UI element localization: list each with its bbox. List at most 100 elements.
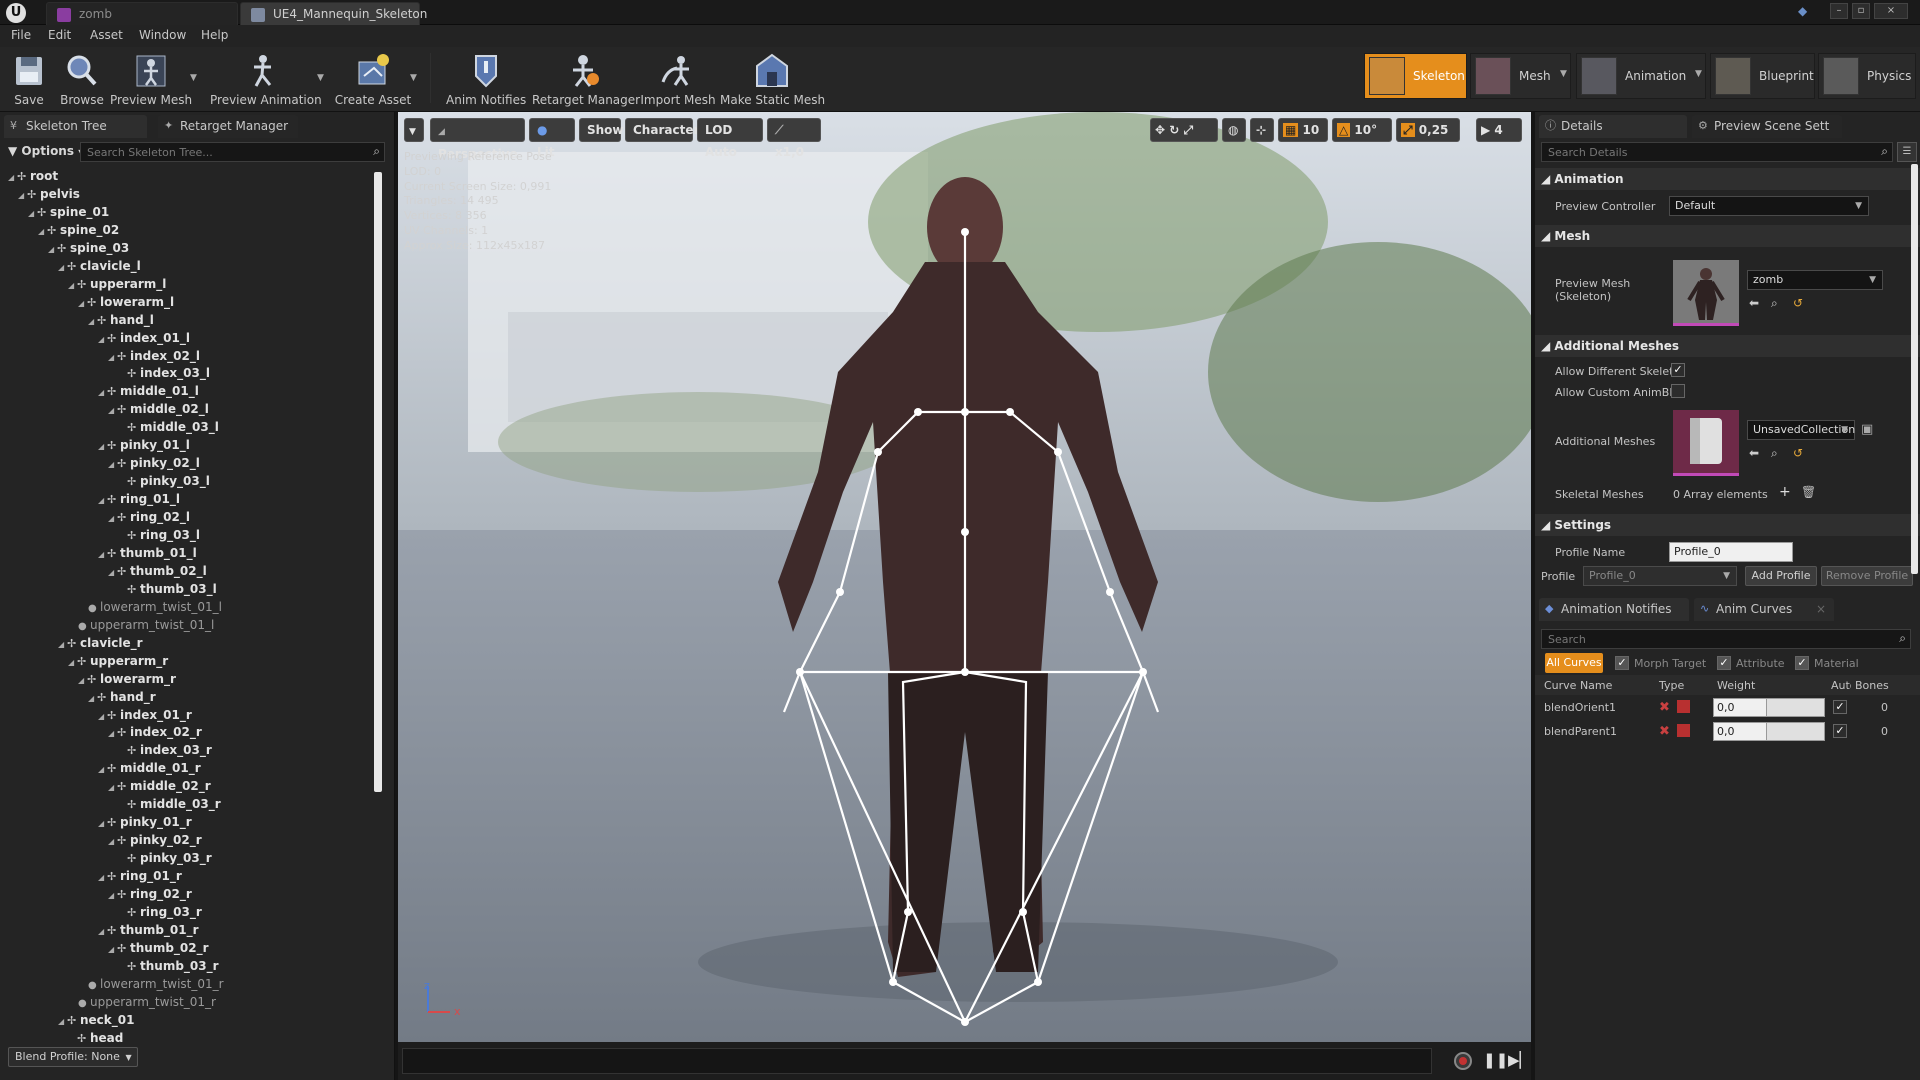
auto-checkbox[interactable]: ✓ [1833, 724, 1847, 738]
list-item[interactable]: ◢ ✢ index_01_l [98, 329, 190, 347]
list-item[interactable]: ✢ pinky_03_r [118, 849, 212, 867]
tab-skeleton-tree[interactable]: ¥ Skeleton Tree [4, 115, 147, 138]
anim-notifies-button[interactable]: Anim Notifies [446, 49, 526, 109]
preview-controller-select[interactable]: Default ▼ [1669, 196, 1869, 216]
list-item[interactable]: ◢ ✢ pinky_01_r [98, 813, 192, 831]
allow-custom-animbp-checkbox[interactable] [1671, 384, 1685, 398]
list-item[interactable]: ◢ ✢ middle_02_r [108, 777, 211, 795]
details-search-input[interactable]: Search Details ⌕ [1541, 142, 1893, 162]
menu-window[interactable]: Window [139, 28, 186, 42]
create-asset-button[interactable]: Create Asset [334, 49, 412, 109]
list-item[interactable]: ◢ ✢ hand_l [88, 311, 154, 329]
list-item[interactable]: ◢ ✢ thumb_01_l [98, 544, 197, 562]
mode-physics-button[interactable]: Physics [1818, 53, 1916, 99]
filter-all-curves-button[interactable]: All Curves [1545, 653, 1603, 673]
list-item[interactable]: ◢ ✢ middle_02_l [108, 400, 209, 418]
additional-meshes-thumbnail[interactable] [1673, 410, 1739, 476]
attribute-checkbox[interactable]: ✓ [1717, 656, 1731, 670]
lit-button[interactable]: ● Lit [529, 118, 575, 159]
list-item[interactable]: ◢ ✢ lowerarm_r [78, 670, 176, 688]
preview-animation-button[interactable]: Preview Animation [210, 49, 322, 109]
list-item[interactable]: ◢ ✢ thumb_02_l [108, 562, 207, 580]
mode-skeleton-button[interactable]: Skeleton [1364, 53, 1467, 99]
weight-slider[interactable] [1766, 723, 1824, 740]
list-item[interactable]: ✢ ring_03_l [118, 526, 200, 544]
playback-speed-button[interactable]: ⟋ x1,0 [767, 118, 821, 159]
remove-profile-button[interactable]: Remove Profile [1821, 566, 1913, 586]
list-item[interactable]: ◢ ✢ hand_r [88, 688, 156, 706]
add-element-icon[interactable]: + [1779, 484, 1791, 500]
auto-checkbox[interactable]: ✓ [1833, 700, 1847, 714]
preview-mesh-button[interactable]: Preview Mesh [110, 49, 192, 109]
reset-icon[interactable]: ↺ [1793, 446, 1803, 460]
curves-search-input[interactable]: Search ⌕ [1541, 629, 1911, 649]
mode-animation-button[interactable]: Animation ▼ [1576, 53, 1706, 99]
list-item[interactable]: ◢ ✢ upperarm_r [68, 652, 168, 670]
additional-meshes-section-header[interactable]: ◢ Additional Meshes [1535, 335, 1920, 357]
list-item[interactable]: ◢ ✢ thumb_02_r [108, 939, 209, 957]
material-checkbox[interactable]: ✓ [1795, 656, 1809, 670]
table-row[interactable]: blendOrient1 ✖ 0,0 ✓ 0 [1535, 696, 1920, 720]
tab-preview-scene-settings[interactable]: ⚙ Preview Scene Sett [1692, 115, 1842, 138]
skeleton-search-input[interactable]: Search Skeleton Tree... ⌕ [80, 142, 385, 162]
preview-mesh-thumbnail[interactable] [1673, 260, 1739, 326]
show-button[interactable]: Show [579, 118, 624, 142]
list-item[interactable]: ◢ ✢ spine_01 [28, 203, 109, 221]
list-item[interactable]: ◢ ✢ spine_03 [48, 239, 129, 257]
list-item[interactable]: ◢ ✢ lowerarm_l [78, 293, 174, 311]
tab-anim-curves[interactable]: ∿ Anim Curves × [1694, 598, 1834, 621]
material-type-icon[interactable] [1677, 700, 1690, 713]
list-item[interactable]: ◢ ✢ middle_01_r [98, 759, 201, 777]
list-item[interactable]: ✢ index_03_l [118, 364, 210, 382]
animation-mode-dropdown-icon[interactable]: ▼ [1695, 69, 1702, 79]
doc-tab-skeleton[interactable]: UE4_Mannequin_Skeleton × [240, 2, 427, 44]
list-item[interactable]: ✢ thumb_03_l [118, 580, 217, 598]
create-asset-dropdown-icon[interactable]: ▼ [410, 73, 417, 83]
save-collection-icon[interactable]: ▣ [1861, 422, 1873, 437]
list-item[interactable]: ✢ middle_03_r [118, 795, 221, 813]
browse-button[interactable]: Browse [56, 49, 108, 109]
rotation-snap-button[interactable]: △ 10° [1332, 118, 1392, 142]
mesh-mode-dropdown-icon[interactable]: ▼ [1560, 69, 1567, 79]
world-local-toggle[interactable]: ◍ [1222, 118, 1246, 142]
delete-all-icon[interactable]: 🗑 [1801, 485, 1816, 499]
doc-tab-zomb[interactable]: zomb [46, 2, 238, 25]
morph-type-icon[interactable]: ✖ [1659, 724, 1670, 739]
step-forward-button[interactable]: ▶▏ [1508, 1051, 1531, 1069]
list-item[interactable]: ✢ pinky_03_l [118, 472, 210, 490]
weight-input[interactable]: 0,0 [1713, 722, 1825, 741]
browse-asset-icon[interactable]: ⌕ [1771, 296, 1778, 311]
unreal-logo-icon[interactable]: U [6, 3, 26, 23]
character-button[interactable]: Character [625, 118, 699, 142]
list-item[interactable]: ◢ ✢ middle_01_l [98, 382, 199, 400]
close-window-button[interactable]: × [1874, 3, 1908, 19]
scale-snap-button[interactable]: ⤢ 0,25 [1396, 118, 1460, 142]
menu-asset[interactable]: Asset [90, 28, 123, 42]
list-item[interactable]: ◢ ✢ index_02_l [108, 347, 200, 365]
list-item[interactable]: ◢ ✢ ring_01_r [98, 867, 182, 885]
list-item[interactable]: ◢ ✢ pelvis [18, 185, 80, 203]
list-item[interactable]: ✢ middle_03_l [118, 418, 219, 436]
list-item[interactable]: ✢ index_03_r [118, 741, 212, 759]
col-curve-name[interactable]: Curve Name [1544, 679, 1612, 692]
list-item[interactable]: ● upperarm_twist_01_r [78, 993, 216, 1011]
grid-snap-button[interactable]: ▦ 10 [1278, 118, 1328, 142]
morph-target-checkbox[interactable]: ✓ [1615, 656, 1629, 670]
list-item[interactable]: ◢ ✢ pinky_01_l [98, 436, 190, 454]
record-button[interactable] [1454, 1052, 1472, 1070]
list-item[interactable]: ✢ thumb_03_r [118, 957, 219, 975]
transform-tools-group[interactable]: ✥ ↻ ⤢ [1150, 118, 1218, 142]
details-scrollbar[interactable] [1911, 164, 1918, 574]
list-item[interactable]: ◢ ✢ pinky_02_l [108, 454, 200, 472]
tab-retarget-manager[interactable]: ✦ Retarget Manager [158, 115, 298, 138]
options-dropdown[interactable]: ▼ Options ▼ [8, 144, 84, 158]
list-item[interactable]: ◢ ✢ ring_01_l [98, 490, 180, 508]
list-item[interactable]: ◢ ✢ spine_02 [38, 221, 119, 239]
list-item[interactable]: ◢ ✢ root [8, 167, 58, 185]
preview-mesh-select[interactable]: zomb ▼ [1747, 270, 1883, 290]
notification-icon[interactable]: ◆ [1798, 4, 1814, 18]
mesh-section-header[interactable]: ◢ Mesh [1535, 225, 1920, 247]
settings-section-header[interactable]: ◢ Settings [1535, 514, 1920, 536]
retarget-manager-button[interactable]: Retarget Manager [532, 49, 640, 109]
table-row[interactable]: blendParent1 ✖ 0,0 ✓ 0 [1535, 720, 1920, 744]
